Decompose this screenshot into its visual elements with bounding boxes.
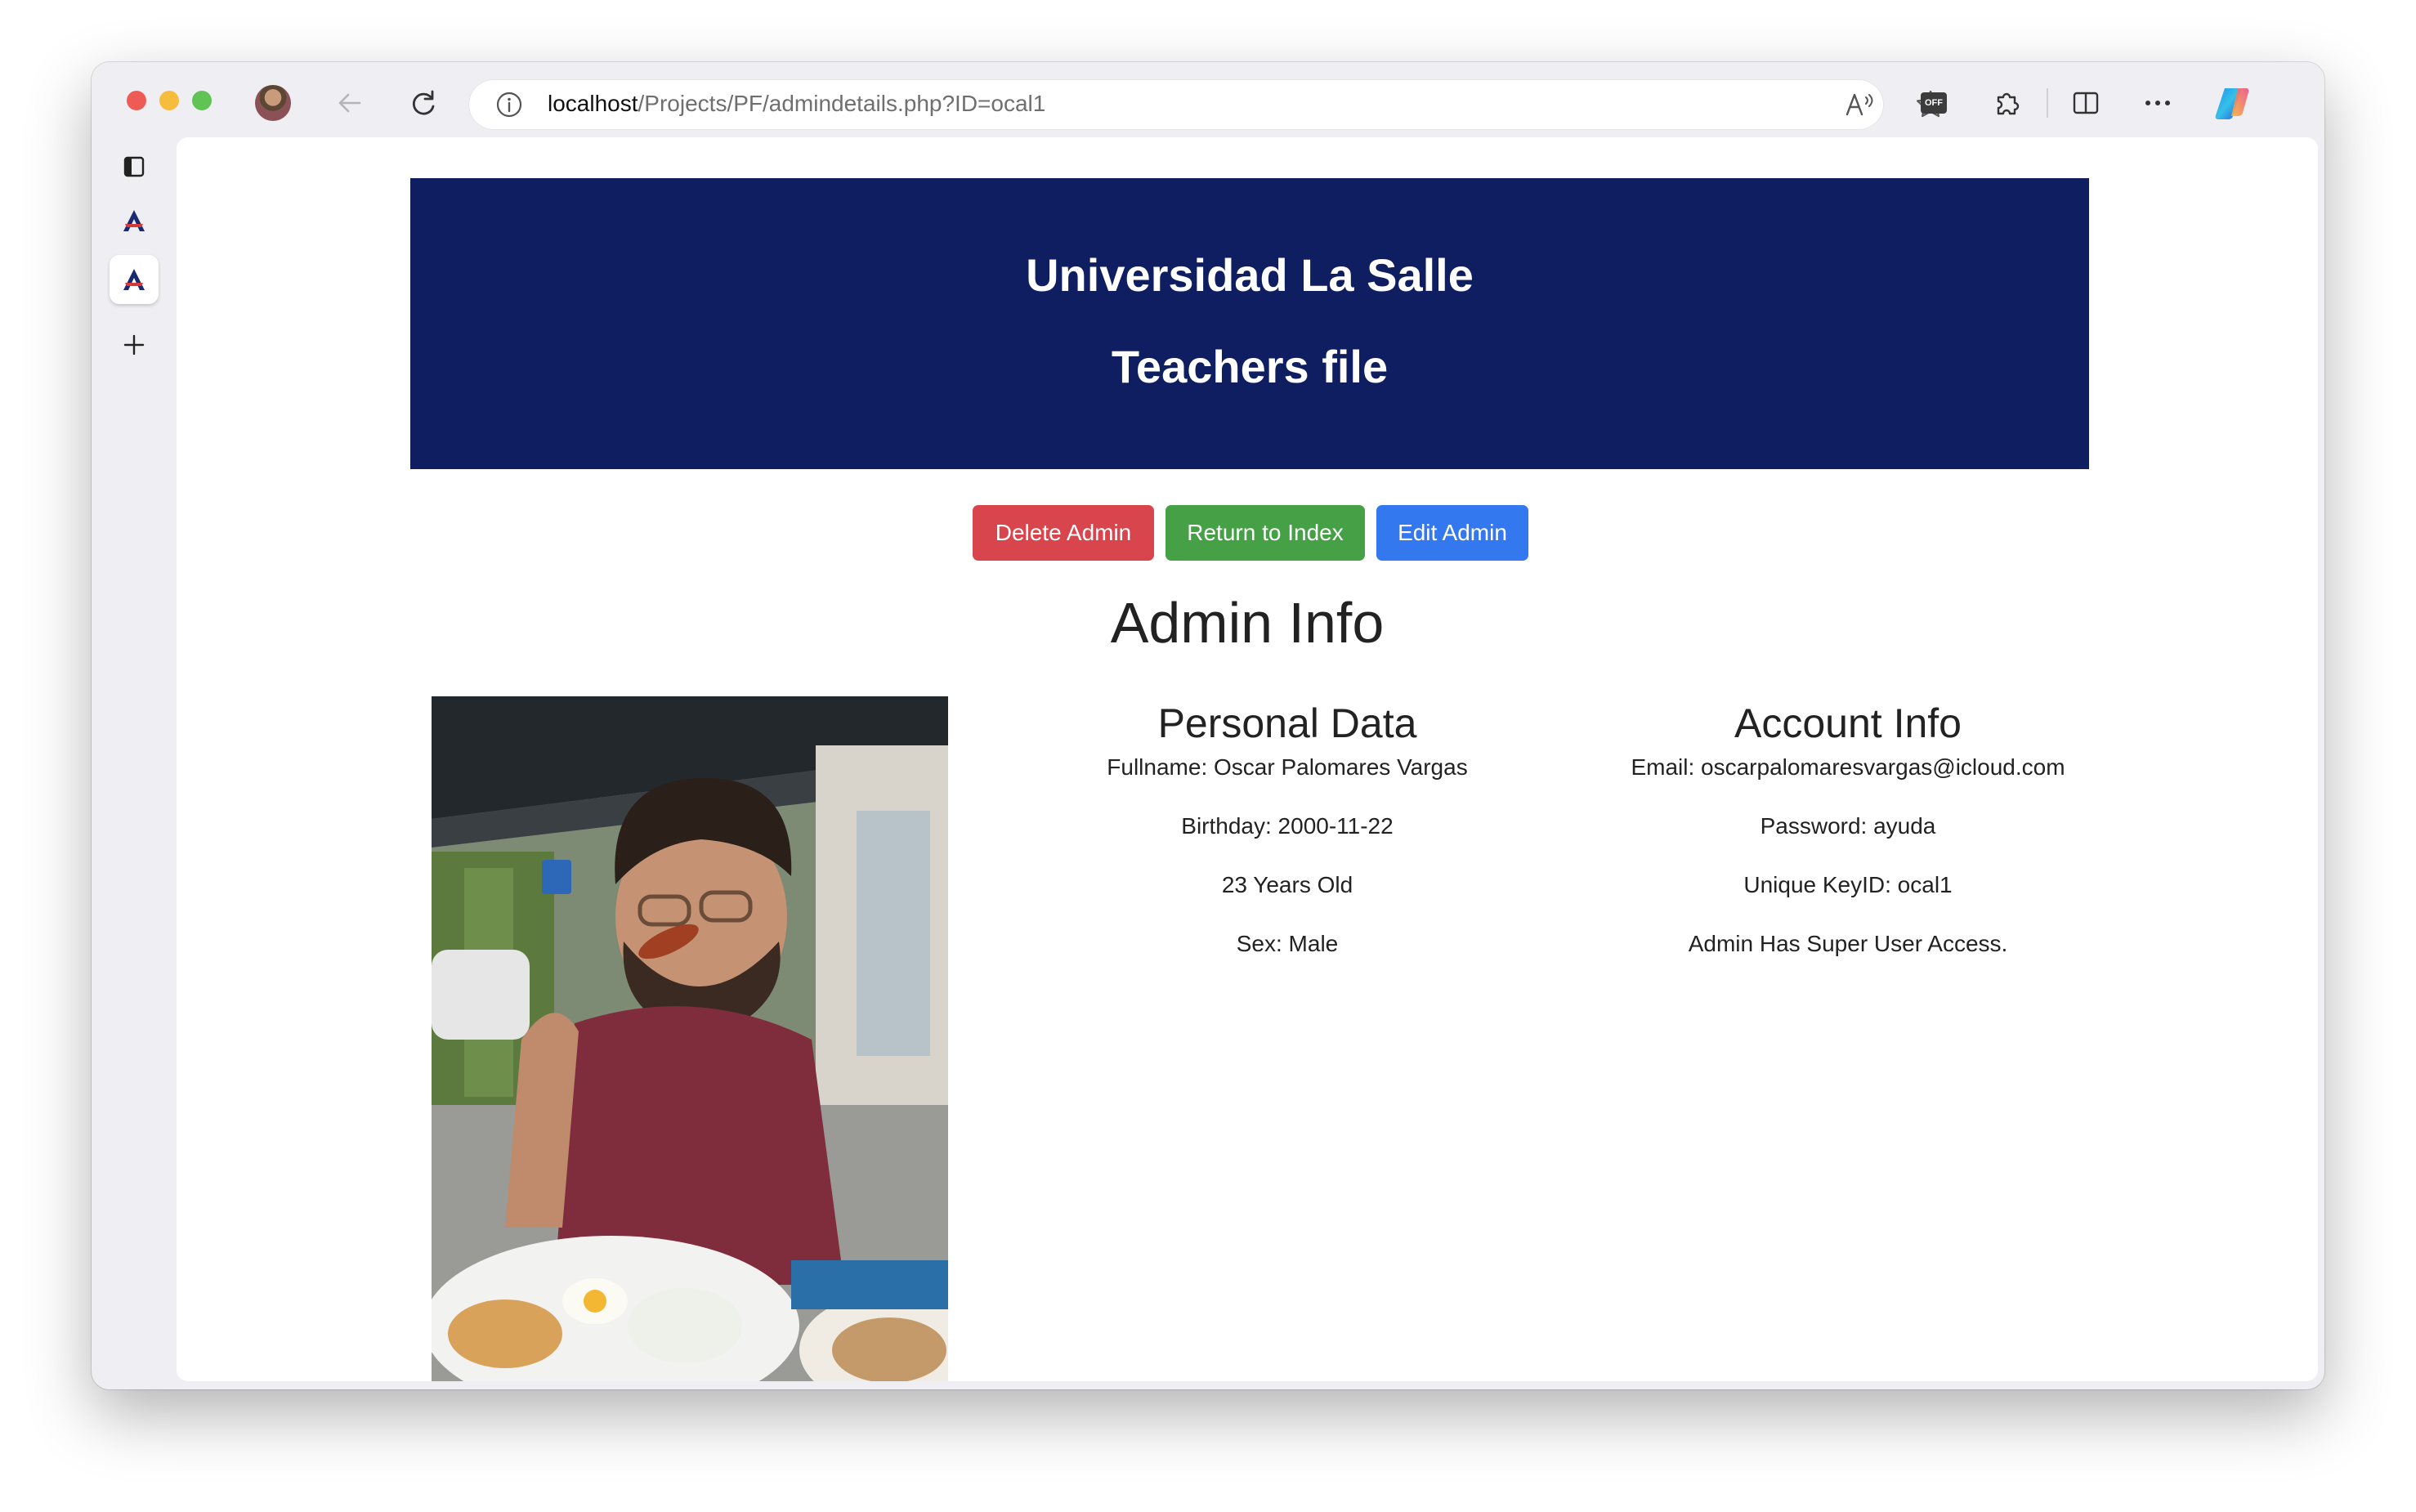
tab-actions-icon[interactable] — [110, 142, 159, 191]
action-buttons: Delete Admin Return to Index Edit Admin — [973, 505, 1528, 561]
admin-profile-photo — [432, 696, 948, 1381]
site-title: Universidad La Salle — [1026, 249, 1474, 301]
extension-off-icon[interactable]: OFF — [1913, 82, 1955, 124]
browser-window: localhost/Projects/PF/admindetails.php?I… — [92, 62, 2324, 1389]
personal-data-heading: Personal Data — [1157, 700, 1417, 746]
minimize-window-button[interactable] — [159, 91, 179, 110]
extension-off-badge: OFF — [1921, 92, 1947, 114]
read-aloud-icon[interactable] — [1842, 87, 1878, 123]
page-title: Admin Info — [1110, 591, 1385, 655]
info-icon[interactable] — [495, 91, 523, 119]
age-value: 23 Years Old — [1221, 872, 1353, 897]
account-info-section: Account Info Email: oscarpalomaresvargas… — [1562, 696, 2134, 989]
page-viewport: Universidad La Salle Teachers file Delet… — [177, 137, 2318, 1381]
back-arrow-icon[interactable] — [329, 82, 371, 124]
split-screen-icon[interactable] — [2065, 82, 2107, 124]
account-info-heading: Account Info — [1734, 700, 1962, 746]
new-tab-plus-icon[interactable] — [110, 320, 159, 369]
edit-admin-button[interactable]: Edit Admin — [1376, 505, 1528, 561]
site-favicon-icon[interactable] — [110, 255, 159, 304]
vertical-tab-sidebar — [92, 137, 177, 1389]
birthday-value: Birthday: 2000-11-22 — [1181, 813, 1394, 839]
return-to-index-button[interactable]: Return to Index — [1165, 505, 1365, 561]
access-level-value: Admin Has Super User Access. — [1688, 931, 2008, 956]
fullname-value: Fullname: Oscar Palomares Vargas — [1107, 754, 1468, 780]
address-bar[interactable]: localhost/Projects/PF/admindetails.php?I… — [469, 80, 1944, 129]
password-value: Password: ayuda — [1760, 813, 1936, 839]
delete-admin-button[interactable]: Delete Admin — [973, 505, 1154, 561]
header-banner: Universidad La Salle Teachers file — [410, 178, 2089, 469]
close-window-button[interactable] — [127, 91, 146, 110]
title-bar: localhost/Projects/PF/admindetails.php?I… — [92, 62, 2324, 137]
key-id-value: Unique KeyID: ocal1 — [1743, 872, 1953, 897]
zoom-window-button[interactable] — [192, 91, 212, 110]
personal-data-section: Personal Data Fullname: Oscar Palomares … — [1001, 696, 1573, 989]
url-path: /Projects/PF/admindetails.php?ID=ocal1 — [638, 91, 1046, 116]
toolbar-divider — [2047, 88, 2048, 118]
copilot-icon[interactable] — [2212, 82, 2254, 124]
profile-avatar[interactable] — [255, 85, 291, 121]
url-text[interactable]: localhost/Projects/PF/admindetails.php?I… — [548, 91, 1045, 117]
reload-icon[interactable] — [402, 82, 445, 124]
more-icon[interactable] — [2136, 82, 2179, 124]
sex-value: Sex: Male — [1236, 931, 1339, 956]
site-subtitle: Teachers file — [1111, 341, 1389, 392]
email-value: Email: oscarpalomaresvargas@icloud.com — [1631, 754, 2065, 780]
site-favicon-icon[interactable] — [110, 196, 159, 245]
puzzle-icon[interactable] — [1986, 82, 2029, 124]
url-host: localhost — [548, 91, 638, 116]
